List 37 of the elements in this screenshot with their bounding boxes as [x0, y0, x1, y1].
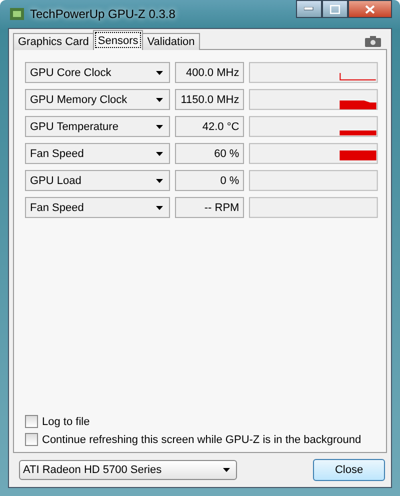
sensor-value: -- RPM [174, 197, 244, 218]
maximize-button[interactable] [322, 0, 348, 18]
sensor-dropdown[interactable]: GPU Core Clock [25, 62, 170, 83]
chip-icon [10, 8, 24, 20]
caret-icon [156, 152, 163, 156]
checkbox[interactable] [25, 415, 38, 428]
tab[interactable]: Validation [142, 33, 200, 50]
caret-icon [156, 98, 163, 102]
sensor-value: 1150.0 MHz [174, 89, 244, 110]
camera-icon[interactable] [365, 36, 381, 47]
tab[interactable]: Graphics Card [13, 33, 94, 50]
checkbox-label: Continue refreshing this screen while GPU-Z is in the background [42, 434, 362, 446]
close-button[interactable] [348, 0, 392, 18]
minimize-icon [304, 7, 314, 11]
maximize-icon [330, 4, 340, 14]
close-dialog-button[interactable]: Close [313, 459, 385, 481]
sensor-dropdown[interactable]: Fan Speed [25, 197, 170, 218]
sensor-value: 60 % [174, 143, 244, 164]
sensor-dropdown[interactable]: GPU Load [25, 170, 170, 191]
sensor-dropdown[interactable]: Fan Speed [25, 143, 170, 164]
window-title: TechPowerUp GPU-Z 0.3.8 [30, 7, 176, 21]
sensor-value: 42.0 °C [174, 116, 244, 137]
tab[interactable]: Sensors [92, 30, 144, 50]
close-icon [365, 4, 375, 14]
sensor-value: 400.0 MHz [174, 62, 244, 83]
caret-icon [156, 178, 163, 182]
sensor-dropdown[interactable]: GPU Temperature [25, 116, 170, 137]
checkbox-label: Log to file [42, 416, 90, 428]
device-dropdown[interactable]: ATI Radeon HD 5700 Series [19, 460, 237, 480]
checkbox[interactable] [25, 433, 38, 446]
minimize-button[interactable] [296, 0, 322, 18]
sensor-dropdown[interactable]: GPU Memory Clock [25, 89, 170, 110]
caret-icon [156, 70, 163, 74]
sensor-value: 0 % [174, 170, 244, 191]
caret-icon [223, 468, 230, 472]
caret-icon [156, 124, 163, 128]
caret-icon [156, 206, 163, 210]
